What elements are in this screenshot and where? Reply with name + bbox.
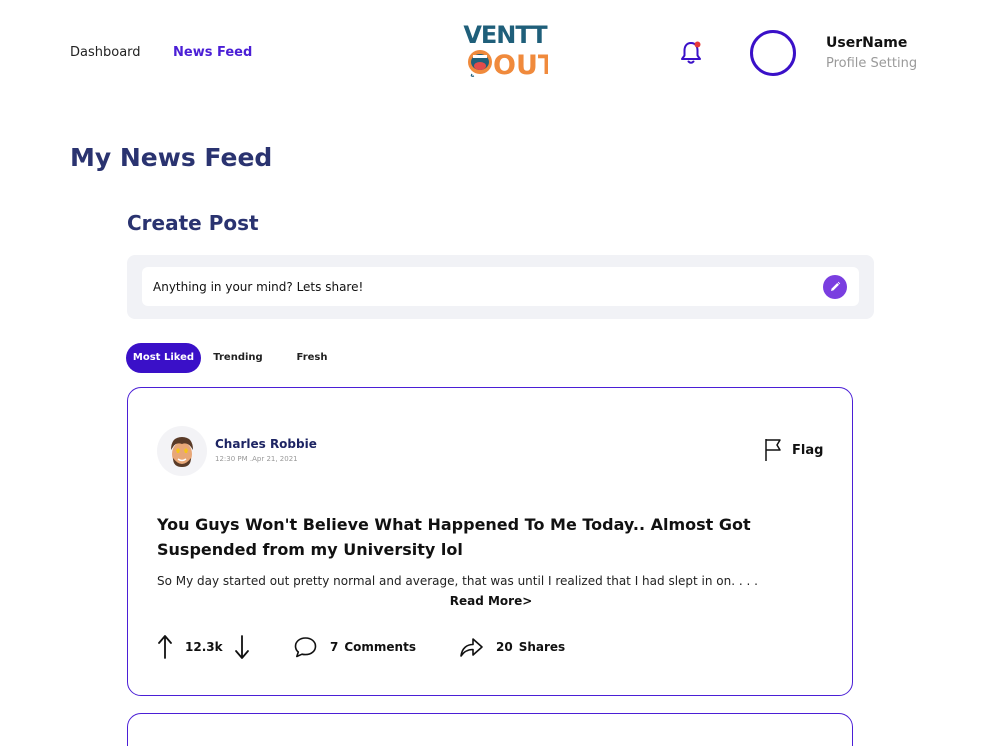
- vote-count: 12.3k: [185, 640, 223, 654]
- share-icon: [460, 638, 483, 657]
- arrow-down-icon: [234, 635, 249, 659]
- create-post-submit-button[interactable]: [823, 275, 847, 299]
- user-avatar[interactable]: [750, 30, 796, 76]
- comments-label: Comments: [344, 640, 416, 654]
- shares-button[interactable]: 20 Shares: [458, 633, 565, 661]
- post-card: [127, 713, 853, 746]
- page-title: My News Feed: [70, 143, 273, 172]
- notification-bell-button[interactable]: [679, 40, 703, 66]
- flag-post-button[interactable]: Flag: [764, 438, 823, 462]
- nav-news-feed-link[interactable]: News Feed: [173, 45, 252, 60]
- user-name: UserName: [826, 35, 908, 51]
- read-more-link[interactable]: Read More>: [128, 594, 854, 608]
- comments-button[interactable]: 7 Comments: [293, 633, 416, 661]
- tab-most-liked[interactable]: Most Liked: [126, 343, 201, 373]
- logo-text-bottom: OUT: [493, 50, 548, 77]
- shares-label: Shares: [518, 640, 566, 654]
- news-feed-page: Dashboard News Feed VENTT OUT UserName P…: [0, 0, 1000, 746]
- comments-count: 7: [330, 640, 339, 654]
- bell-icon: [681, 41, 701, 64]
- flag-icon: [765, 439, 781, 461]
- create-post-input[interactable]: [142, 267, 859, 306]
- upvote-button[interactable]: [157, 634, 173, 660]
- shares-count: 20: [496, 640, 513, 654]
- ventt-out-logo[interactable]: VENTT OUT: [462, 22, 548, 82]
- downvote-button[interactable]: [234, 634, 250, 660]
- pencil-icon: [831, 281, 841, 291]
- logo-out-graphic: OUT: [468, 50, 548, 77]
- post-author-name[interactable]: Charles Robbie: [215, 437, 317, 451]
- logo-text-top: VENTT: [463, 21, 547, 49]
- post-actions: 12.3k 7 Comments 20 Shares: [157, 633, 817, 661]
- notification-dot: [694, 41, 701, 48]
- comment-icon: [294, 637, 317, 658]
- nav-dashboard-link[interactable]: Dashboard: [70, 45, 141, 60]
- flag-label: Flag: [792, 442, 824, 458]
- create-post-title: Create Post: [127, 211, 259, 235]
- create-post-box: [127, 255, 874, 319]
- author-avatar[interactable]: [157, 426, 207, 476]
- post-title[interactable]: You Guys Won't Believe What Happened To …: [157, 512, 817, 562]
- tab-trending[interactable]: Trending: [205, 343, 271, 373]
- vote-group: 12.3k: [157, 633, 250, 661]
- post-card: Charles Robbie 12:30 PM .Apr 21, 2021 Fl…: [127, 387, 853, 696]
- memoji-avatar-image: [171, 437, 193, 467]
- post-timestamp: 12:30 PM .Apr 21, 2021: [215, 455, 298, 463]
- tab-fresh[interactable]: Fresh: [287, 343, 337, 373]
- arrow-up-icon: [158, 635, 172, 659]
- profile-setting-link[interactable]: Profile Setting: [826, 56, 917, 71]
- post-excerpt: So My day started out pretty normal and …: [157, 574, 758, 588]
